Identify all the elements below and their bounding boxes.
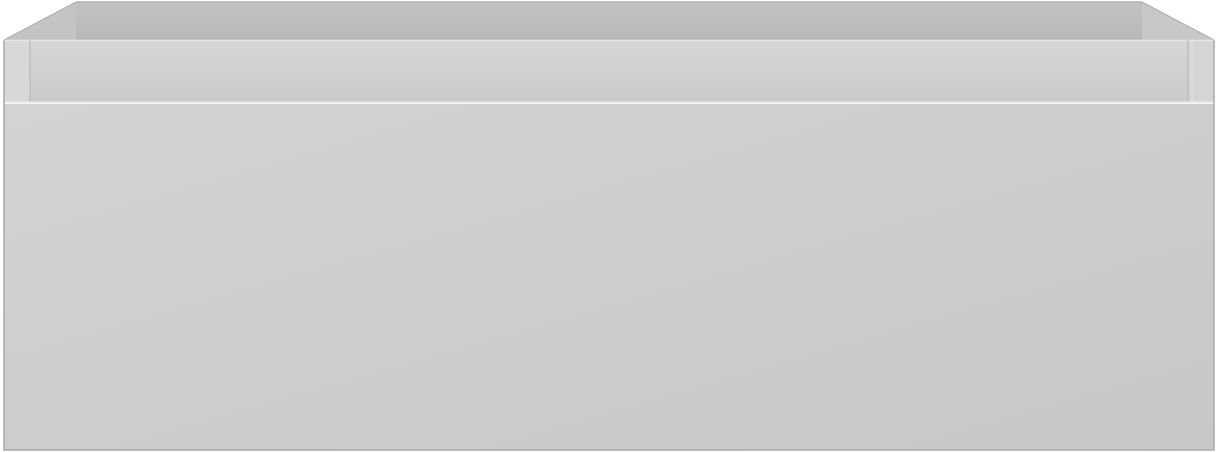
drawer-unit-illustration xyxy=(3,1,1215,451)
tray-back-wall xyxy=(76,2,1142,40)
tray-rim-front xyxy=(30,40,1188,102)
product-render-scene xyxy=(0,0,1218,452)
drawer-front-panel xyxy=(4,104,1214,450)
tray-left-side-face xyxy=(4,40,30,102)
